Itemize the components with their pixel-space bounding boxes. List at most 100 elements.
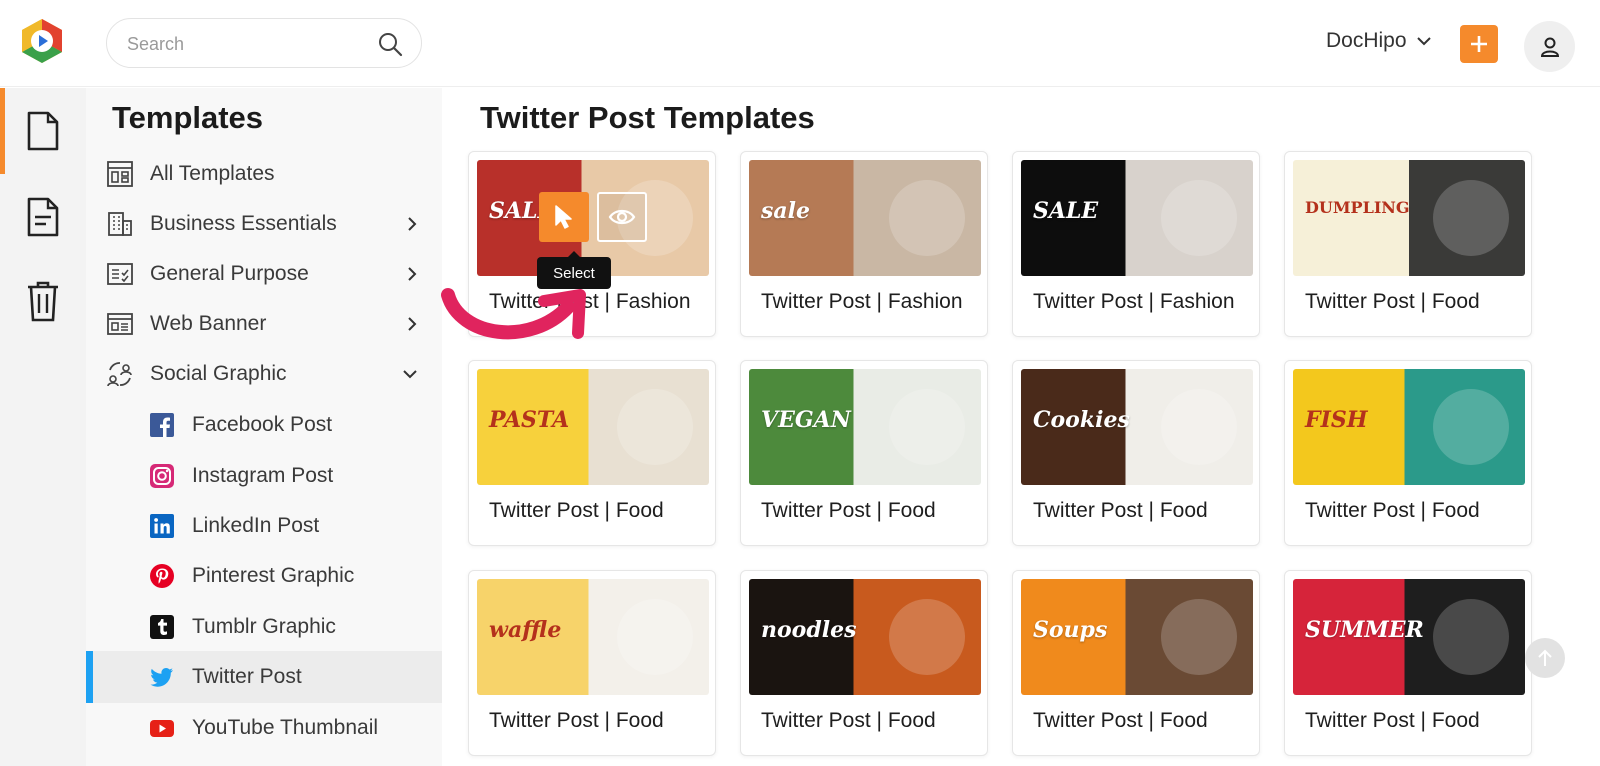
thumbnail-subject-shape bbox=[617, 389, 693, 465]
template-categories-sidebar: Templates All Templates Business Essenti… bbox=[86, 88, 442, 766]
sidebar-item-linkedin-post[interactable]: LinkedIn Post bbox=[86, 500, 442, 552]
document-icon bbox=[27, 111, 59, 151]
sidebar-item-label: Facebook Post bbox=[192, 413, 333, 436]
thumbnail-headline: waffle bbox=[489, 617, 562, 643]
cursor-icon bbox=[555, 205, 572, 229]
sidebar-item-label: All Templates bbox=[150, 162, 275, 185]
template-card[interactable]: SALE Twitter Post | Fashion bbox=[1012, 151, 1260, 337]
curved-arrow-annotation-icon bbox=[441, 288, 586, 340]
thumbnail-subject-shape bbox=[1433, 389, 1509, 465]
template-card[interactable]: SUMMER Twitter Post | Food bbox=[1284, 570, 1532, 756]
template-card[interactable]: DUMPLING Twitter Post | Food bbox=[1284, 151, 1532, 337]
file-text-icon bbox=[27, 197, 59, 237]
sidebar-item-twitter-post[interactable]: Twitter Post bbox=[86, 651, 442, 703]
template-name: Twitter Post | Food bbox=[1033, 709, 1208, 732]
template-name: Twitter Post | Food bbox=[761, 709, 936, 732]
dochipo-logo-icon[interactable] bbox=[18, 17, 66, 65]
rail-trash-button[interactable] bbox=[0, 258, 86, 344]
template-card[interactable]: noodles Twitter Post | Food bbox=[740, 570, 988, 756]
search-bar[interactable] bbox=[106, 18, 422, 68]
sidebar-item-tumblr-graphic[interactable]: Tumblr Graphic bbox=[86, 601, 442, 653]
sidebar-item-label: Web Banner bbox=[150, 312, 267, 335]
template-thumbnail[interactable]: VEGAN bbox=[749, 369, 981, 485]
rail-templates-button[interactable] bbox=[0, 88, 86, 174]
account-name: DocHipo bbox=[1326, 29, 1407, 52]
template-thumbnail[interactable]: waffle bbox=[477, 579, 709, 695]
thumbnail-headline: noodles bbox=[761, 617, 857, 643]
template-name: Twitter Post | Food bbox=[1033, 499, 1208, 522]
banner-icon bbox=[107, 313, 133, 335]
template-thumbnail[interactable]: PASTA bbox=[477, 369, 709, 485]
template-card[interactable]: Soups Twitter Post | Food bbox=[1012, 570, 1260, 756]
thumbnail-headline: FISH bbox=[1305, 407, 1368, 433]
chevron-right-icon bbox=[408, 267, 417, 281]
user-avatar-button[interactable] bbox=[1524, 21, 1575, 72]
sidebar-item-label: Social Graphic bbox=[150, 362, 287, 385]
thumbnail-headline: sale bbox=[761, 198, 810, 224]
sidebar-item-label: Pinterest Graphic bbox=[192, 564, 355, 587]
user-icon bbox=[1540, 37, 1559, 57]
template-thumbnail[interactable]: Cookies bbox=[1021, 369, 1253, 485]
youtube-icon bbox=[150, 720, 174, 737]
template-thumbnail[interactable]: SUMMER bbox=[1293, 579, 1525, 695]
sidebar-title: Templates bbox=[112, 100, 264, 135]
thumbnail-headline: VEGAN bbox=[761, 407, 851, 433]
template-thumbnail[interactable]: noodles bbox=[749, 579, 981, 695]
thumbnail-subject-shape bbox=[889, 599, 965, 675]
template-thumbnail[interactable]: FISH bbox=[1293, 369, 1525, 485]
rail-my-documents-button[interactable] bbox=[0, 174, 86, 260]
thumbnail-headline: Cookies bbox=[1033, 407, 1130, 433]
sidebar-item-facebook-post[interactable]: Facebook Post bbox=[86, 399, 442, 451]
template-card[interactable]: PASTA Twitter Post | Food bbox=[468, 360, 716, 546]
thumbnail-headline: PASTA bbox=[489, 407, 570, 433]
sidebar-item-business-essentials[interactable]: Business Essentials bbox=[86, 198, 442, 250]
sidebar-item-pinterest-graphic[interactable]: Pinterest Graphic bbox=[86, 550, 442, 602]
template-thumbnail[interactable]: DUMPLING bbox=[1293, 160, 1525, 276]
thumbnail-subject-shape bbox=[1433, 599, 1509, 675]
search-icon[interactable] bbox=[377, 31, 403, 57]
sidebar-item-label: General Purpose bbox=[150, 262, 309, 285]
sidebar-item-label: Instagram Post bbox=[192, 464, 334, 487]
preview-template-button[interactable] bbox=[597, 192, 647, 242]
thumbnail-subject-shape bbox=[889, 180, 965, 256]
pinterest-icon bbox=[150, 564, 174, 588]
chevron-right-icon bbox=[408, 217, 417, 231]
thumbnail-subject-shape bbox=[1161, 599, 1237, 675]
twitter-icon bbox=[150, 668, 173, 687]
sidebar-item-instagram-post[interactable]: Instagram Post bbox=[86, 450, 442, 502]
top-header: DocHipo bbox=[0, 0, 1600, 87]
eye-icon bbox=[608, 209, 636, 225]
sidebar-item-web-banner[interactable]: Web Banner bbox=[86, 298, 442, 350]
create-new-button[interactable] bbox=[1460, 25, 1498, 63]
template-card[interactable]: VEGAN Twitter Post | Food bbox=[740, 360, 988, 546]
left-rail bbox=[0, 88, 86, 766]
template-name: Twitter Post | Food bbox=[761, 499, 936, 522]
template-name: Twitter Post | Fashion bbox=[761, 290, 963, 313]
chevron-down-icon bbox=[1416, 37, 1431, 46]
thumbnail-subject-shape bbox=[617, 599, 693, 675]
template-card[interactable]: sale Twitter Post | Fashion bbox=[740, 151, 988, 337]
template-thumbnail[interactable]: SALE bbox=[1021, 160, 1253, 276]
facebook-icon bbox=[150, 413, 174, 437]
arrow-up-icon bbox=[1538, 649, 1552, 666]
thumbnail-headline: SUMMER bbox=[1305, 617, 1424, 643]
template-card[interactable]: waffle Twitter Post | Food bbox=[468, 570, 716, 756]
scroll-to-top-button[interactable] bbox=[1525, 638, 1565, 678]
account-switcher[interactable]: DocHipo bbox=[1326, 29, 1431, 53]
sidebar-item-general-purpose[interactable]: General Purpose bbox=[86, 248, 442, 300]
select-template-button[interactable] bbox=[539, 192, 589, 242]
sidebar-item-all-templates[interactable]: All Templates bbox=[86, 148, 442, 200]
template-card[interactable]: FISH Twitter Post | Food bbox=[1284, 360, 1532, 546]
template-card[interactable]: Cookies Twitter Post | Food bbox=[1012, 360, 1260, 546]
sidebar-item-social-graphic[interactable]: Social Graphic bbox=[86, 348, 442, 400]
template-name: Twitter Post | Food bbox=[1305, 499, 1480, 522]
template-thumbnail[interactable]: sale bbox=[749, 160, 981, 276]
template-thumbnail[interactable]: Soups bbox=[1021, 579, 1253, 695]
linkedin-icon bbox=[150, 514, 174, 538]
sidebar-item-label: Business Essentials bbox=[150, 212, 337, 235]
template-name: Twitter Post | Food bbox=[489, 709, 664, 732]
sidebar-item-youtube-thumbnail[interactable]: YouTube Thumbnail bbox=[86, 702, 442, 754]
search-input[interactable] bbox=[127, 31, 357, 57]
thumbnail-subject-shape bbox=[889, 389, 965, 465]
page-title: Twitter Post Templates bbox=[480, 100, 815, 135]
